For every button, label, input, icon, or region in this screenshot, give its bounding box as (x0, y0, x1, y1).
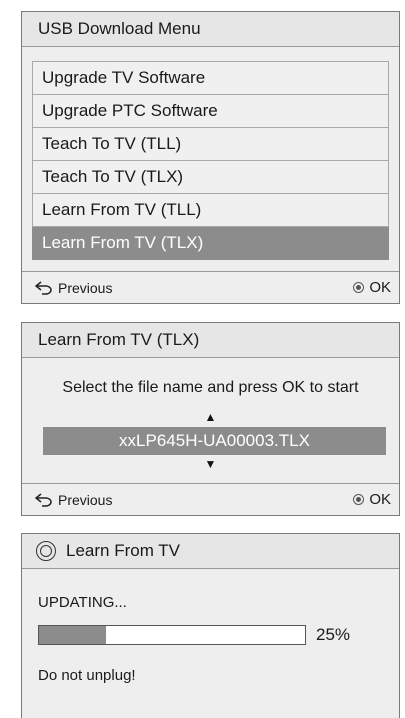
menu-item-learn-from-tv-tlx[interactable]: Learn From TV (TLX) (32, 227, 389, 260)
menu-list: Upgrade TV Software Upgrade PTC Software… (32, 61, 389, 260)
menu-item-upgrade-ptc-software[interactable]: Upgrade PTC Software (32, 95, 389, 128)
ok-circle-icon (353, 494, 365, 505)
menu-item-learn-from-tv-tll[interactable]: Learn From TV (TLL) (32, 194, 389, 227)
progress-bar (38, 625, 306, 645)
panel-footer: Previous OK (22, 483, 399, 515)
previous-label: Previous (58, 279, 113, 296)
menu-item-teach-to-tv-tll[interactable]: Teach To TV (TLL) (32, 128, 389, 161)
info-icon (36, 541, 56, 561)
ok-circle-icon (353, 282, 365, 293)
instruction-text: Select the file name and press OK to sta… (62, 379, 359, 396)
status-text: UPDATING... (38, 594, 127, 611)
menu-item-upgrade-tv-software[interactable]: Upgrade TV Software (32, 62, 389, 95)
previous-button[interactable]: Previous (35, 280, 112, 296)
previous-button[interactable]: Previous (35, 492, 112, 508)
panel-footer: Previous OK (22, 271, 399, 303)
usb-download-menu-panel: USB Download Menu Upgrade TV Software Up… (21, 11, 400, 304)
back-arrow-icon (35, 492, 52, 507)
panel-title: USB Download Menu (22, 12, 399, 47)
back-arrow-icon (35, 280, 52, 295)
panel-title: Learn From TV (TLX) (22, 323, 399, 358)
ok-label: OK (369, 491, 391, 508)
filename-selector[interactable]: xxLP645H-UA00003.TLX (43, 427, 386, 455)
panel-title: Learn From TV (66, 541, 181, 560)
learn-from-tv-progress-panel: Learn From TV UPDATING... 25% Do not unp… (21, 533, 400, 718)
ok-label: OK (369, 279, 391, 296)
progress-row: 25% (38, 625, 350, 645)
ok-button[interactable]: OK (353, 491, 391, 508)
ok-button[interactable]: OK (353, 279, 391, 296)
previous-label: Previous (58, 491, 113, 508)
scroll-up-arrow-icon[interactable]: ▲ (22, 411, 399, 423)
menu-item-teach-to-tv-tlx[interactable]: Teach To TV (TLX) (32, 161, 389, 194)
progress-bar-fill (39, 626, 106, 644)
learn-from-tv-tlx-panel: Learn From TV (TLX) Select the file name… (21, 322, 400, 516)
warning-text: Do not unplug! (38, 667, 136, 684)
progress-percent: 25% (316, 625, 351, 644)
panel-title-row: Learn From TV (22, 534, 399, 569)
scroll-down-arrow-icon[interactable]: ▼ (22, 458, 399, 470)
